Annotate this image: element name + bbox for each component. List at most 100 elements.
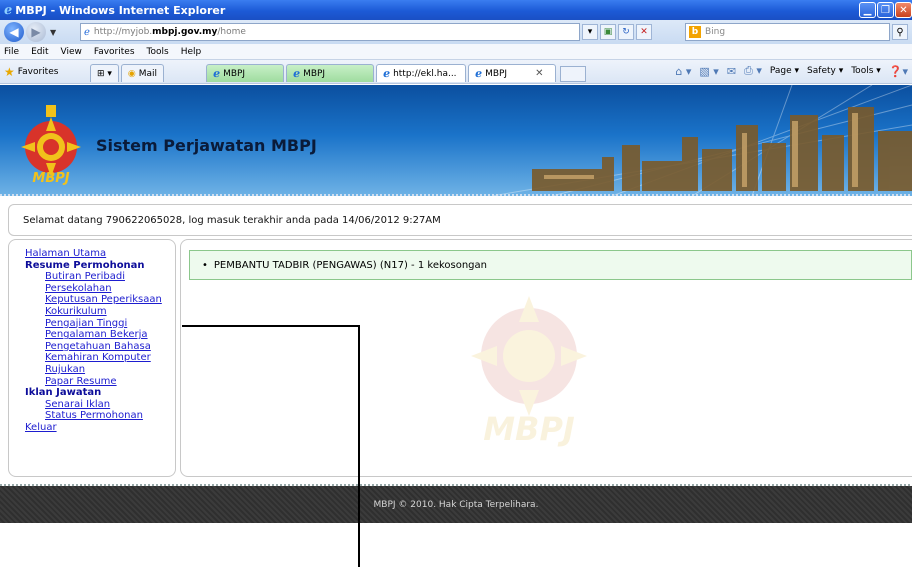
forward-button[interactable]: ▶	[26, 22, 46, 42]
favorites-button[interactable]: Favorites	[18, 67, 59, 77]
sidebar-heading-resume: Resume Permohonan	[25, 259, 145, 271]
sidebar-item-persekolahan[interactable]: Persekolahan	[45, 283, 175, 295]
menu-view[interactable]: View	[61, 47, 82, 57]
favorites-star-icon: ★	[4, 64, 15, 79]
menu-tools[interactable]: Tools	[147, 47, 169, 57]
tab-label: MBPJ	[223, 68, 246, 79]
sidebar-item-senarai-iklan[interactable]: Senarai Iklan	[45, 399, 175, 411]
site-footer: MBPJ © 2010. Hak Cipta Terpelihara.	[0, 486, 912, 523]
vacancy-text: PEMBANTU TADBIR (PENGAWAS) (N17) - 1 kek…	[213, 259, 487, 271]
annotation-line-vertical	[358, 325, 360, 567]
quick-tabs-button[interactable]: ⊞ ▾	[90, 64, 119, 82]
url-input[interactable]: ℯ http://myjob. mbpj.gov.my/home	[80, 23, 580, 41]
page-icon: ℯ	[84, 26, 90, 38]
mail-label: Mail	[138, 68, 158, 79]
banner-divider	[0, 194, 912, 196]
sidebar-item-pengalaman-bekerja[interactable]: Pengalaman Bekerja	[45, 329, 175, 341]
sidebar-item-pengajian-tinggi[interactable]: Pengajian Tinggi	[45, 318, 175, 330]
ie-page-icon: ℯ	[475, 67, 483, 80]
sidebar-item-kokurikulum[interactable]: Kokurikulum	[45, 306, 175, 318]
bullet-icon: •	[202, 259, 208, 271]
ie-page-icon: ℯ	[293, 67, 301, 80]
ie-logo-icon: ℯ	[4, 2, 13, 18]
search-icon[interactable]: ⚲	[892, 24, 908, 40]
help-icon[interactable]: ❓▾	[889, 65, 908, 78]
sidebar-item-keluar[interactable]: Keluar	[25, 422, 175, 434]
menu-favorites[interactable]: Favorites	[94, 47, 135, 57]
sidebar-nav: Halaman Utama Resume Permohonan Butiran …	[8, 239, 176, 477]
print-icon[interactable]: ⎙ ▾	[744, 64, 762, 78]
welcome-box: Selamat datang 790622065028, log masuk t…	[8, 204, 912, 236]
page-menu[interactable]: Page ▾	[770, 66, 799, 76]
compatibility-view-icon[interactable]: ▣	[600, 24, 616, 40]
copyright-text: MBPJ © 2010. Hak Cipta Terpelihara.	[373, 499, 539, 510]
sidebar-item-rujukan[interactable]: Rujukan	[45, 364, 175, 376]
address-dropdown-button[interactable]: ▾	[582, 24, 598, 40]
tab-ekl[interactable]: ℯ http://ekl.ha...	[376, 64, 467, 82]
tab-label: MBPJ	[303, 68, 326, 79]
site-banner: MBPJ Sistem Perjawatan MBPJ	[0, 85, 912, 196]
main-content: • PEMBANTU TADBIR (PENGAWAS) (N17) - 1 k…	[180, 239, 912, 477]
tab-mbpj-active[interactable]: ℯ MBPJ ✕	[468, 64, 557, 82]
tab-label: MBPJ	[485, 68, 508, 79]
welcome-message: Selamat datang 790622065028, log masuk t…	[23, 214, 441, 226]
stop-icon[interactable]: ✕	[636, 24, 652, 40]
mail-tab[interactable]: ◉ Mail	[120, 64, 165, 82]
window-titlebar: ℯ MBPJ - Windows Internet Explorer ▁ ❐ ✕	[0, 0, 912, 20]
quick-tabs-icon: ⊞ ▾	[97, 68, 112, 79]
bing-icon: b	[689, 26, 701, 38]
safety-menu[interactable]: Safety ▾	[807, 66, 843, 76]
read-mail-icon[interactable]: ✉	[727, 65, 736, 78]
web-page: MBPJ Sistem Perjawatan MBPJ Selamat data…	[0, 85, 912, 567]
close-button[interactable]: ✕	[895, 2, 912, 18]
resume-submenu: Butiran Peribadi Persekolahan Keputusan …	[25, 271, 175, 387]
sidebar-item-pengetahuan-bahasa[interactable]: Pengetahuan Bahasa	[45, 341, 175, 353]
sidebar-item-butiran-peribadi[interactable]: Butiran Peribadi	[45, 271, 175, 283]
mail-icon: ◉	[127, 68, 136, 79]
command-bar: ⌂ ▾ ▧ ▾ ✉ ⎙ ▾ Page ▾ Safety ▾ Tools ▾ ❓▾	[675, 64, 908, 78]
url-domain: mbpj.gov.my	[152, 27, 218, 37]
tab-close-icon[interactable]: ✕	[535, 68, 543, 79]
new-tab-button[interactable]	[560, 66, 587, 82]
ie-page-icon: ℯ	[213, 67, 221, 80]
sidebar-item-papar-resume[interactable]: Papar Resume	[45, 376, 175, 388]
url-prefix: http://myjob.	[93, 27, 153, 37]
home-icon[interactable]: ⌂ ▾	[675, 65, 691, 78]
sidebar-item-kemahiran-komputer[interactable]: Kemahiran Komputer	[45, 352, 175, 364]
sidebar-item-home[interactable]: Halaman Utama	[25, 248, 175, 260]
feeds-icon[interactable]: ▧ ▾	[699, 65, 718, 78]
tab-strip: ⊞ ▾ ◉ Mail ℯ MBPJ ℯ MBPJ ℯ http://ekl.ha…	[90, 62, 587, 82]
search-placeholder: Bing	[705, 27, 726, 37]
tab-label: http://ekl.ha...	[393, 68, 457, 79]
window-title: MBPJ - Windows Internet Explorer	[15, 3, 226, 17]
ie-page-icon: ℯ	[383, 67, 391, 80]
site-title: Sistem Perjawatan MBPJ	[96, 136, 317, 155]
vacancy-item[interactable]: • PEMBANTU TADBIR (PENGAWAS) (N17) - 1 k…	[189, 250, 912, 280]
watermark-emblem-icon	[471, 296, 587, 416]
maximize-button[interactable]: ❐	[877, 2, 894, 18]
url-suffix: /home	[217, 27, 246, 37]
recent-pages-dropdown[interactable]: ▼	[50, 28, 56, 37]
iklan-submenu: Senarai Iklan Status Permohonan	[25, 399, 175, 422]
refresh-icon[interactable]: ↻	[618, 24, 634, 40]
watermark-text: MBPJ	[483, 410, 575, 448]
menu-help[interactable]: Help	[181, 47, 202, 57]
address-bar: ◀ ▶ ▼ ℯ http://myjob. mbpj.gov.my/home ▾ …	[0, 20, 912, 44]
menu-edit[interactable]: Edit	[31, 47, 48, 57]
sidebar-item-keputusan-peperiksaan[interactable]: Keputusan Peperiksaan	[45, 294, 175, 306]
back-button[interactable]: ◀	[4, 22, 24, 42]
logo-text: MBPJ	[32, 171, 69, 185]
tab-mbpj-1[interactable]: ℯ MBPJ	[206, 64, 285, 82]
favorites-bar: ★ Favorites ⊞ ▾ ◉ Mail ℯ MBPJ ℯ MBPJ ℯ h…	[0, 60, 912, 84]
search-input[interactable]: b Bing	[685, 23, 890, 41]
menu-file[interactable]: File	[4, 47, 19, 57]
sidebar-heading-iklan: Iklan Jawatan	[25, 387, 102, 399]
tools-menu[interactable]: Tools ▾	[851, 66, 881, 76]
window-controls: ▁ ❐ ✕	[859, 2, 912, 18]
sidebar-item-status-permohonan[interactable]: Status Permohonan	[45, 410, 175, 422]
banner-skyline	[492, 85, 912, 196]
minimize-button[interactable]: ▁	[859, 2, 876, 18]
tab-mbpj-2[interactable]: ℯ MBPJ	[286, 64, 375, 82]
annotation-line-horizontal	[182, 325, 360, 327]
mbpj-logo-icon: MBPJ	[21, 105, 81, 185]
